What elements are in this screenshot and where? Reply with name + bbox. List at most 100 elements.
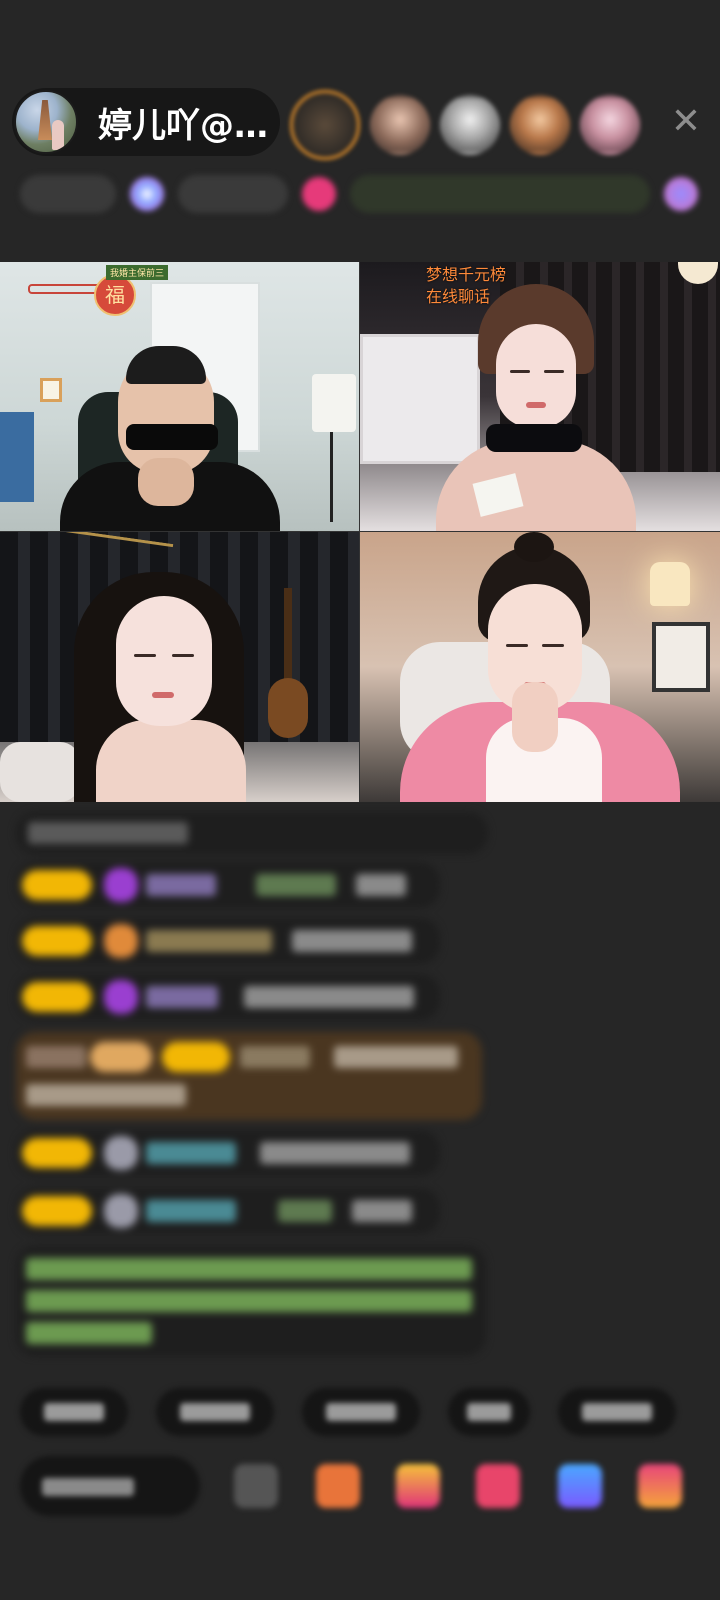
message-text: [292, 930, 412, 952]
username[interactable]: [146, 874, 216, 896]
video-cell-2[interactable]: 梦想千元榜 在线聊话: [360, 262, 720, 532]
system-message: [16, 1246, 486, 1356]
emoji-icon[interactable]: [234, 1464, 278, 1508]
wall-shelf: [28, 284, 102, 294]
floor-lamp: [312, 374, 356, 432]
video-grid: 福 我婚主保前三 梦想千元榜 在线聊话: [0, 262, 720, 802]
streamer-sticker: 我婚主保前三: [106, 265, 169, 280]
eye: [510, 370, 530, 373]
fan-badge-icon: [104, 980, 138, 1014]
video-cell-4[interactable]: [360, 532, 720, 802]
viewer-avatar[interactable]: [440, 95, 500, 155]
game-icon[interactable]: [558, 1464, 602, 1508]
streamer-face: [496, 324, 576, 428]
avatar-person-shape: [52, 120, 64, 150]
chat-message: [16, 862, 440, 908]
username[interactable]: [146, 986, 218, 1008]
quick-reply-chip[interactable]: [156, 1388, 274, 1436]
eye: [544, 370, 564, 373]
streamer-hand: [138, 458, 194, 506]
quick-reply-chip[interactable]: [20, 1388, 128, 1436]
photo-frame: [652, 622, 710, 692]
room-badge-icon[interactable]: [664, 177, 698, 211]
username[interactable]: [256, 874, 336, 896]
lamp-stand: [330, 432, 333, 522]
host-avatar[interactable]: [14, 90, 78, 154]
quick-reply-chip[interactable]: [448, 1388, 530, 1436]
room-badge-icon[interactable]: [130, 177, 164, 211]
viewer-avatar[interactable]: [370, 95, 430, 155]
background-shelf: [360, 334, 480, 464]
chat-message: [16, 812, 488, 854]
username[interactable]: [146, 1200, 236, 1222]
chip-label: [467, 1403, 511, 1421]
username[interactable]: [146, 930, 272, 952]
message-text: [334, 1046, 458, 1068]
user-title: [26, 1046, 86, 1068]
share-icon[interactable]: [316, 1464, 360, 1508]
level-badge: [22, 982, 92, 1012]
message-text: [356, 874, 406, 896]
quick-reply-chip[interactable]: [558, 1388, 676, 1436]
sunglasses: [126, 424, 218, 450]
chat-input[interactable]: [20, 1456, 200, 1516]
level-badge: [22, 1138, 92, 1168]
username[interactable]: [240, 1046, 310, 1068]
video-cell-3[interactable]: [0, 532, 360, 802]
viewer-avatar[interactable]: [510, 95, 570, 155]
fu-ornament: 福: [94, 274, 136, 316]
lips: [526, 402, 546, 408]
heart-gift-icon[interactable]: [476, 1464, 520, 1508]
chat-message: [16, 1130, 440, 1176]
chip-label: [180, 1403, 250, 1421]
vip-badge: [90, 1042, 152, 1072]
eye: [542, 644, 564, 647]
pillow: [0, 742, 80, 802]
chat-message: [16, 918, 440, 964]
chip-label: [44, 1403, 104, 1421]
room-badge[interactable]: [350, 175, 650, 213]
guitar-neck: [284, 588, 292, 688]
fan-badge-icon: [104, 924, 138, 958]
viewer-avatar[interactable]: [290, 90, 360, 160]
lace-collar: [486, 424, 582, 452]
username[interactable]: [146, 1142, 236, 1164]
background-board: [0, 412, 34, 502]
host-name: 婷儿吖@…: [98, 105, 268, 146]
message-text: [244, 986, 414, 1008]
guitar: [268, 678, 308, 738]
close-icon[interactable]: ✕: [668, 104, 704, 140]
hair-bun: [514, 532, 554, 562]
chip-label: [326, 1403, 396, 1421]
system-text: [26, 1322, 152, 1344]
eye: [134, 654, 156, 657]
room-badge[interactable]: [178, 175, 288, 213]
room-badge[interactable]: [20, 175, 116, 213]
quick-reply-chip[interactable]: [302, 1388, 420, 1436]
system-text: [26, 1290, 472, 1312]
message-text: [260, 1142, 410, 1164]
gift-icon[interactable]: [638, 1464, 682, 1508]
streamer-hand: [512, 682, 558, 752]
table-lamp: [650, 562, 690, 606]
lips: [152, 692, 174, 698]
message-text: [352, 1200, 412, 1222]
bottom-action-bar: [20, 1456, 720, 1516]
avatar-pagoda-shape: [38, 100, 52, 140]
fan-badge-icon: [104, 1136, 138, 1170]
video-cell-1[interactable]: 福 我婚主保前三: [0, 262, 360, 532]
host-info-pill[interactable]: 婷儿吖@…: [12, 88, 280, 156]
gift-box-icon[interactable]: [396, 1464, 440, 1508]
streamer-face: [116, 596, 212, 726]
level-badge: [22, 926, 92, 956]
input-placeholder: [42, 1478, 134, 1496]
username[interactable]: [278, 1200, 332, 1222]
wall-frame: [40, 378, 62, 402]
message-text: [28, 822, 188, 844]
viewer-avatar[interactable]: [580, 95, 640, 155]
eye: [506, 644, 528, 647]
overlay-line-1: 梦想千元榜: [426, 265, 507, 284]
overlay-line-2: 在线聊话: [426, 287, 491, 306]
fan-badge-icon: [104, 868, 138, 902]
room-badge-icon[interactable]: [302, 177, 336, 211]
